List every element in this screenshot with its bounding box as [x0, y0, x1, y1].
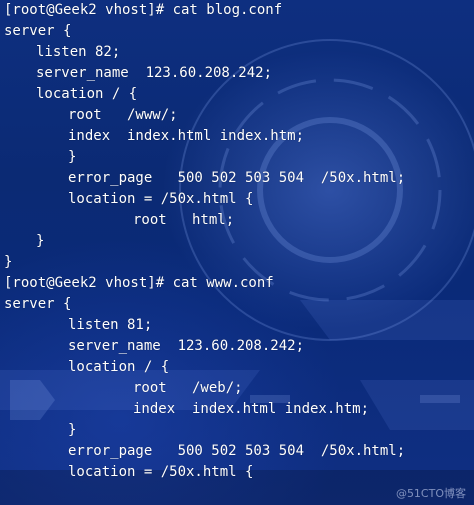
code-line: listen 82;: [36, 44, 121, 60]
code-line: root html;: [133, 212, 235, 228]
code-line: index index.html index.htm;: [133, 401, 370, 417]
code-line: location / {: [36, 86, 138, 102]
code-line: }: [36, 233, 45, 249]
code-line: }: [68, 149, 77, 165]
code-line: root /web/;: [133, 380, 243, 396]
code-line: location = /50x.html {: [68, 191, 254, 207]
code-line: }: [68, 422, 77, 438]
code-line: error_page 500 502 503 504 /50x.html;: [68, 443, 406, 459]
code-line: }: [4, 254, 13, 270]
watermark: @51CTO博客: [395, 487, 466, 500]
code-line: location / {: [68, 359, 170, 375]
prompt-line: [root@Geek2 vhost]# cat blog.conf: [4, 2, 283, 18]
code-line: root /www/;: [68, 107, 178, 123]
code-line: server_name 123.60.208.242;: [68, 338, 305, 354]
code-line: index index.html index.htm;: [68, 128, 305, 144]
code-line: error_page 500 502 503 504 /50x.html;: [68, 170, 406, 186]
prompt-line: [root@Geek2 vhost]# cat www.conf: [4, 275, 274, 291]
terminal-output: [root@Geek2 vhost]# cat blog.conf server…: [4, 0, 405, 483]
code-line: server {: [4, 296, 72, 312]
code-line: server_name 123.60.208.242;: [36, 65, 273, 81]
code-line: listen 81;: [68, 317, 153, 333]
terminal-window: [root@Geek2 vhost]# cat blog.conf server…: [0, 0, 474, 505]
code-line: server {: [4, 23, 72, 39]
code-line: location = /50x.html {: [68, 464, 254, 480]
